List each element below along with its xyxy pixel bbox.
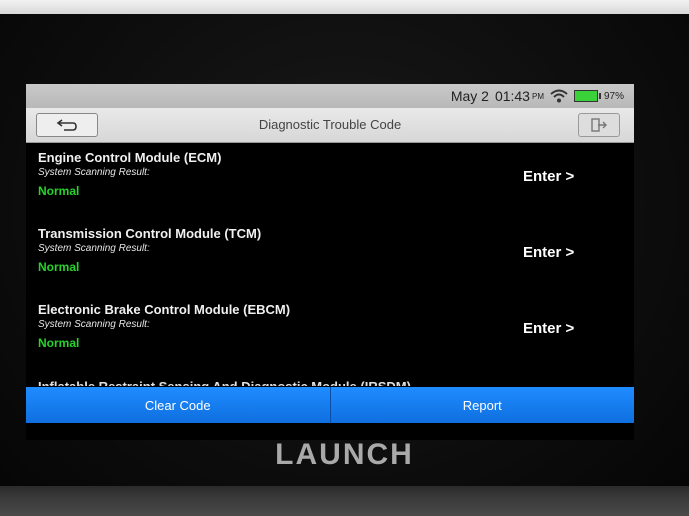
module-name: Transmission Control Module (TCM) xyxy=(38,226,262,241)
device-bottom-edge xyxy=(0,486,689,516)
list-item: Transmission Control Module (TCM) System… xyxy=(26,220,634,294)
brand-logo: LAUNCH xyxy=(275,438,414,471)
partial-module-name: Inflatable Restraint Sensing And Diagnos… xyxy=(38,378,411,386)
status-ampm: PM xyxy=(531,91,544,101)
enter-button[interactable]: Enter > xyxy=(523,168,574,185)
scan-label: System Scanning Result: xyxy=(38,243,150,254)
device-frame: May 2 01:43 PM 97% Diagnostic Trouble Co… xyxy=(0,0,689,516)
module-name: Engine Control Module (ECM) xyxy=(38,150,222,165)
action-bar: Clear Code Report xyxy=(26,387,634,423)
scan-result: Normal xyxy=(38,260,80,274)
wifi-icon xyxy=(550,89,568,103)
scan-label: System Scanning Result: xyxy=(38,167,150,178)
enter-button[interactable]: Enter > xyxy=(523,244,574,261)
report-button[interactable]: Report xyxy=(330,387,634,423)
scan-result: Normal xyxy=(38,336,80,350)
battery-percent: 97% xyxy=(603,90,624,102)
title-bar: Diagnostic Trouble Code xyxy=(26,108,634,143)
screen: May 2 01:43 PM 97% Diagnostic Trouble Co… xyxy=(26,84,634,440)
scan-label: System Scanning Result: xyxy=(38,319,150,330)
status-time: 01:43 xyxy=(494,88,530,104)
status-bar: May 2 01:43 PM 97% xyxy=(26,84,634,108)
exit-icon xyxy=(591,118,607,132)
device-top-edge xyxy=(0,0,689,14)
status-indicators: May 2 01:43 PM 97% xyxy=(451,88,624,104)
battery-icon xyxy=(573,90,601,102)
module-name: Electronic Brake Control Module (EBCM) xyxy=(38,302,291,317)
status-date: May 2 xyxy=(450,88,489,104)
scan-result: Normal xyxy=(38,184,80,198)
list-item: Engine Control Module (ECM) System Scann… xyxy=(26,144,634,218)
clear-code-button[interactable]: Clear Code xyxy=(26,387,331,423)
page-title: Diagnostic Trouble Code xyxy=(258,117,402,132)
exit-button[interactable] xyxy=(578,113,620,137)
module-list: Engine Control Module (ECM) System Scann… xyxy=(26,144,634,384)
enter-button[interactable]: Enter > xyxy=(523,320,574,337)
list-item: Electronic Brake Control Module (EBCM) S… xyxy=(26,296,634,370)
